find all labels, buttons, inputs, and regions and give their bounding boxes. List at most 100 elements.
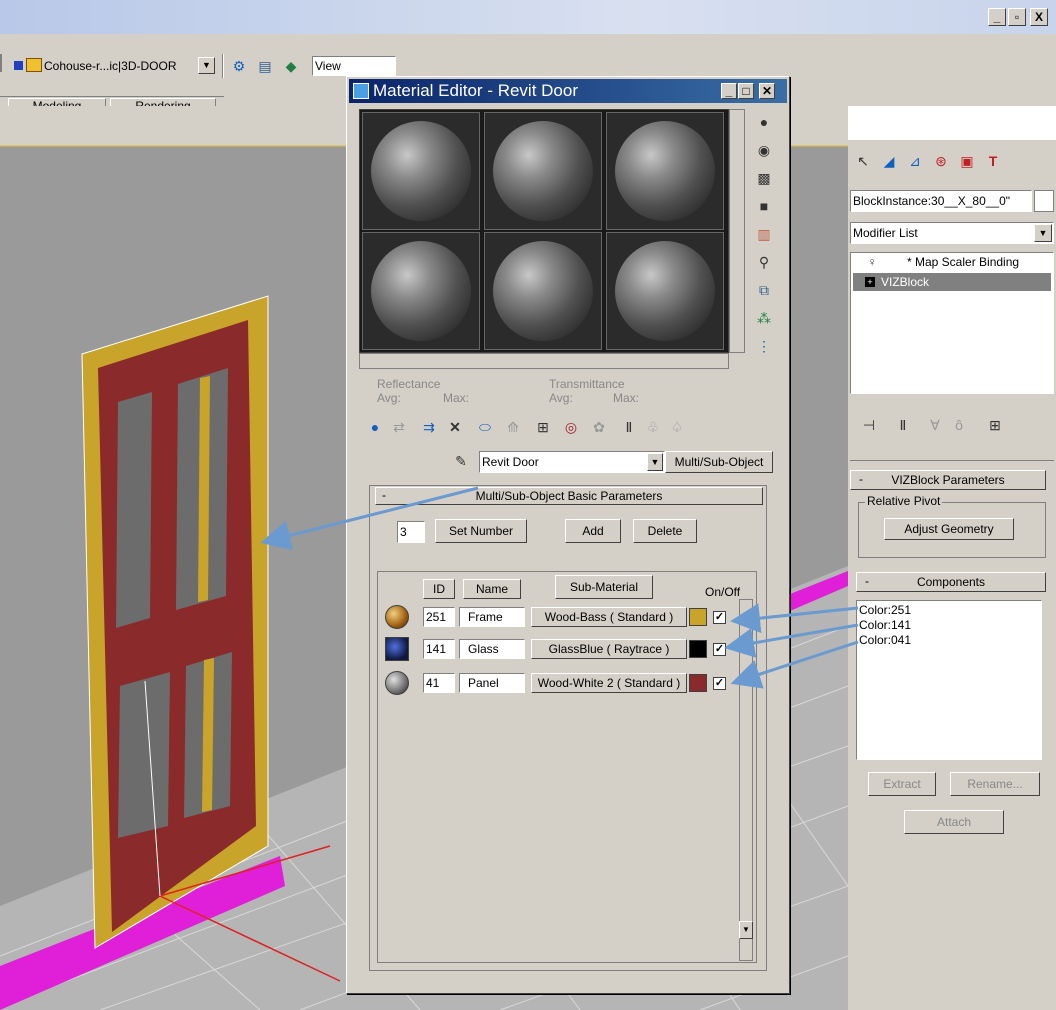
adjust-geometry-button[interactable]: Adjust Geometry [884,518,1014,540]
put-material-icon[interactable]: ⇄ [389,417,409,437]
row-sub-material-button[interactable]: Wood-White 2 ( Standard ) [531,673,687,693]
select-by-material-icon[interactable]: ⁂ [753,307,775,329]
sample-type-icon[interactable]: ● [753,111,775,133]
object-color-swatch[interactable] [1034,190,1054,212]
rollout-header[interactable]: - Multi/Sub-Object Basic Parameters [375,487,763,505]
remove-modifier-icon[interactable]: ô [948,414,970,436]
component-item[interactable]: Color:141 [859,618,911,632]
backlight-icon[interactable]: ◉ [753,139,775,161]
options-icon[interactable]: ⧉ [753,279,775,301]
panel-on-checkbox[interactable]: ✓ [713,677,726,690]
modifier-list-arrow-icon[interactable]: ▼ [1034,224,1052,242]
get-material-icon[interactable]: ● [365,417,385,437]
restore-button[interactable]: ▫ [1008,8,1026,26]
glass-on-checkbox[interactable]: ✓ [713,643,726,656]
row-name-field[interactable]: Panel [459,673,525,693]
component-item[interactable]: Color:041 [859,633,911,647]
motion-tab-icon[interactable]: ⊛ [930,150,952,172]
attach-button[interactable]: Attach [904,810,1004,834]
rename-button[interactable]: Rename... [950,772,1040,796]
show-end-result-icon[interactable]: Ⅱ [619,417,639,437]
stack-item-selected[interactable]: + VIZBlock [853,273,1051,291]
assign-material-icon[interactable]: ⇉ [419,417,439,437]
material-editor-title-bar[interactable]: Material Editor - Revit Door _ □ ✕ [349,79,787,103]
component-item[interactable]: Color:251 [859,603,911,617]
material-effects-icon[interactable]: ◎ [561,417,581,437]
material-type-button[interactable]: Multi/Sub-Object [665,451,773,473]
scroll-down-icon[interactable]: ▼ [739,921,753,939]
material-name-arrow-icon[interactable]: ▼ [647,453,663,471]
stack-item-map-scaler[interactable]: * Map Scaler Binding [907,255,1019,269]
minimize-button[interactable]: _ [721,83,737,99]
utilities-tab-icon[interactable]: T [982,150,1004,172]
glass-material-preview[interactable] [385,637,409,661]
pin-stack-icon[interactable]: ⊣ [858,414,880,436]
sample-slot-5[interactable] [484,232,602,350]
close-button[interactable]: ✕ [759,83,775,99]
video-color-check-icon[interactable]: ▥ [753,223,775,245]
table-scrollbar[interactable] [739,599,753,961]
row-name-field[interactable]: Glass [459,639,525,659]
sample-slot-6[interactable] [606,232,724,350]
row-sub-material-button[interactable]: Wood-Bass ( Standard ) [531,607,687,627]
material-navigator-icon[interactable]: ⋮ [753,335,775,357]
components-rollout-header[interactable]: - Components [856,572,1046,592]
go-to-parent-icon[interactable]: ♧ [643,417,663,437]
sample-slot-1[interactable] [362,112,480,230]
configure-modifier-icon[interactable]: ⊞ [984,414,1006,436]
row-id-field[interactable]: 251 [423,607,455,627]
create-tab-icon[interactable]: ↖ [852,150,874,172]
object-name-field[interactable]: BlockInstance:30__X_80__0" [853,194,1010,208]
modifier-list-label[interactable]: Modifier List [853,226,918,240]
row-sub-material-button[interactable]: GlassBlue ( Raytrace ) [531,639,687,659]
minimize-button[interactable]: _ [988,8,1006,26]
frame-on-checkbox[interactable]: ✓ [713,611,726,624]
sample-slot-4[interactable] [362,232,480,350]
vizblock-rollout-header[interactable]: - VIZBlock Parameters [850,470,1046,490]
display-tab-icon[interactable]: ▣ [956,150,978,172]
set-number-field[interactable]: 3 [397,521,425,543]
panel-color-swatch[interactable] [689,674,707,692]
show-map-icon[interactable]: ✿ [589,417,609,437]
pick-material-icon[interactable]: ✎ [451,451,471,471]
name-header-button[interactable]: Name [463,579,521,599]
components-list[interactable]: Color:251 Color:141 Color:041 [856,600,1042,760]
sub-material-header-button[interactable]: Sub-Material [555,575,653,599]
select-by-name-icon[interactable]: ⚙ [228,56,250,76]
maximize-button[interactable]: □ [738,83,754,99]
set-number-button[interactable]: Set Number [435,519,527,543]
sample-slot-3[interactable] [606,112,724,230]
make-preview-icon[interactable]: ⚲ [753,251,775,273]
show-end-result-icon[interactable]: Ⅱ [892,414,914,436]
copy-material-icon[interactable]: ⬭ [475,417,495,437]
sample-slot-2[interactable] [484,112,602,230]
row-id-field[interactable]: 141 [423,639,455,659]
sample-horizontal-scrollbar[interactable] [359,353,729,369]
make-unique-icon[interactable]: ∀ [924,414,946,436]
add-button[interactable]: Add [565,519,621,543]
id-header-button[interactable]: ID [423,579,455,599]
close-button[interactable]: X [1030,8,1048,26]
render-icon[interactable]: ◆ [280,56,302,76]
lightbulb-icon[interactable]: ♀ [865,255,879,269]
reset-icon[interactable]: ✕ [445,417,465,437]
file-dropdown-arrow-icon[interactable]: ▼ [198,57,215,74]
sample-vertical-scrollbar[interactable] [729,109,745,353]
go-forward-icon[interactable]: ♤ [667,417,687,437]
hierarchy-tab-icon[interactable]: ⊿ [904,150,926,172]
make-unique-icon[interactable]: ⟰ [503,417,523,437]
row-id-field[interactable]: 41 [423,673,455,693]
layer-icon[interactable] [26,58,42,72]
checker-icon[interactable]: ▩ [753,167,775,189]
put-to-library-icon[interactable]: ⊞ [533,417,553,437]
layer-manager-icon[interactable]: ▤ [254,56,276,76]
expand-icon[interactable]: + [865,277,875,287]
material-name-field[interactable]: Revit Door [479,451,665,473]
frame-color-swatch[interactable] [689,608,707,626]
frame-material-preview[interactable] [385,605,409,629]
extract-button[interactable]: Extract [868,772,936,796]
modify-tab-icon[interactable]: ◢ [878,150,900,172]
glass-color-swatch[interactable] [689,640,707,658]
sample-uv-icon[interactable]: ■ [753,195,775,217]
panel-material-preview[interactable] [385,671,409,695]
